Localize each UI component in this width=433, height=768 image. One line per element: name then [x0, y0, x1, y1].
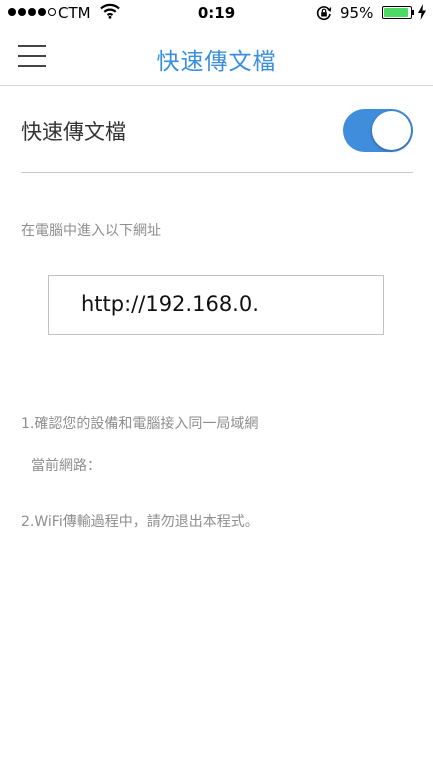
instruction-note-2: 2.WiFi傳輸過程中，請勿退出本程式。: [21, 514, 259, 530]
battery-percentage: 95%: [340, 4, 374, 22]
url-display-box: http://192.168.0.: [48, 275, 384, 335]
page-title: 快速傳文檔: [156, 49, 277, 75]
quick-transfer-label: 快速傳文檔: [21, 120, 126, 144]
rotation-lock-icon: [316, 6, 332, 21]
status-bar: CTM 0:19 95%: [0, 0, 433, 28]
battery-icon: [382, 6, 412, 19]
charging-bolt-icon: [418, 4, 426, 20]
battery-terminal: [412, 10, 414, 15]
url-hint-text: 在電腦中進入以下網址: [21, 223, 161, 239]
toggle-knob: [372, 111, 411, 150]
transfer-url: http://192.168.0.: [81, 292, 259, 316]
quick-transfer-toggle[interactable]: [343, 109, 413, 152]
navigation-bar: 快速傳文檔: [0, 28, 433, 86]
instruction-note-1: 1.確認您的設備和電腦接入同一局域網: [21, 416, 259, 432]
divider: [21, 172, 413, 173]
current-network-label: 當前網路：: [31, 458, 101, 474]
